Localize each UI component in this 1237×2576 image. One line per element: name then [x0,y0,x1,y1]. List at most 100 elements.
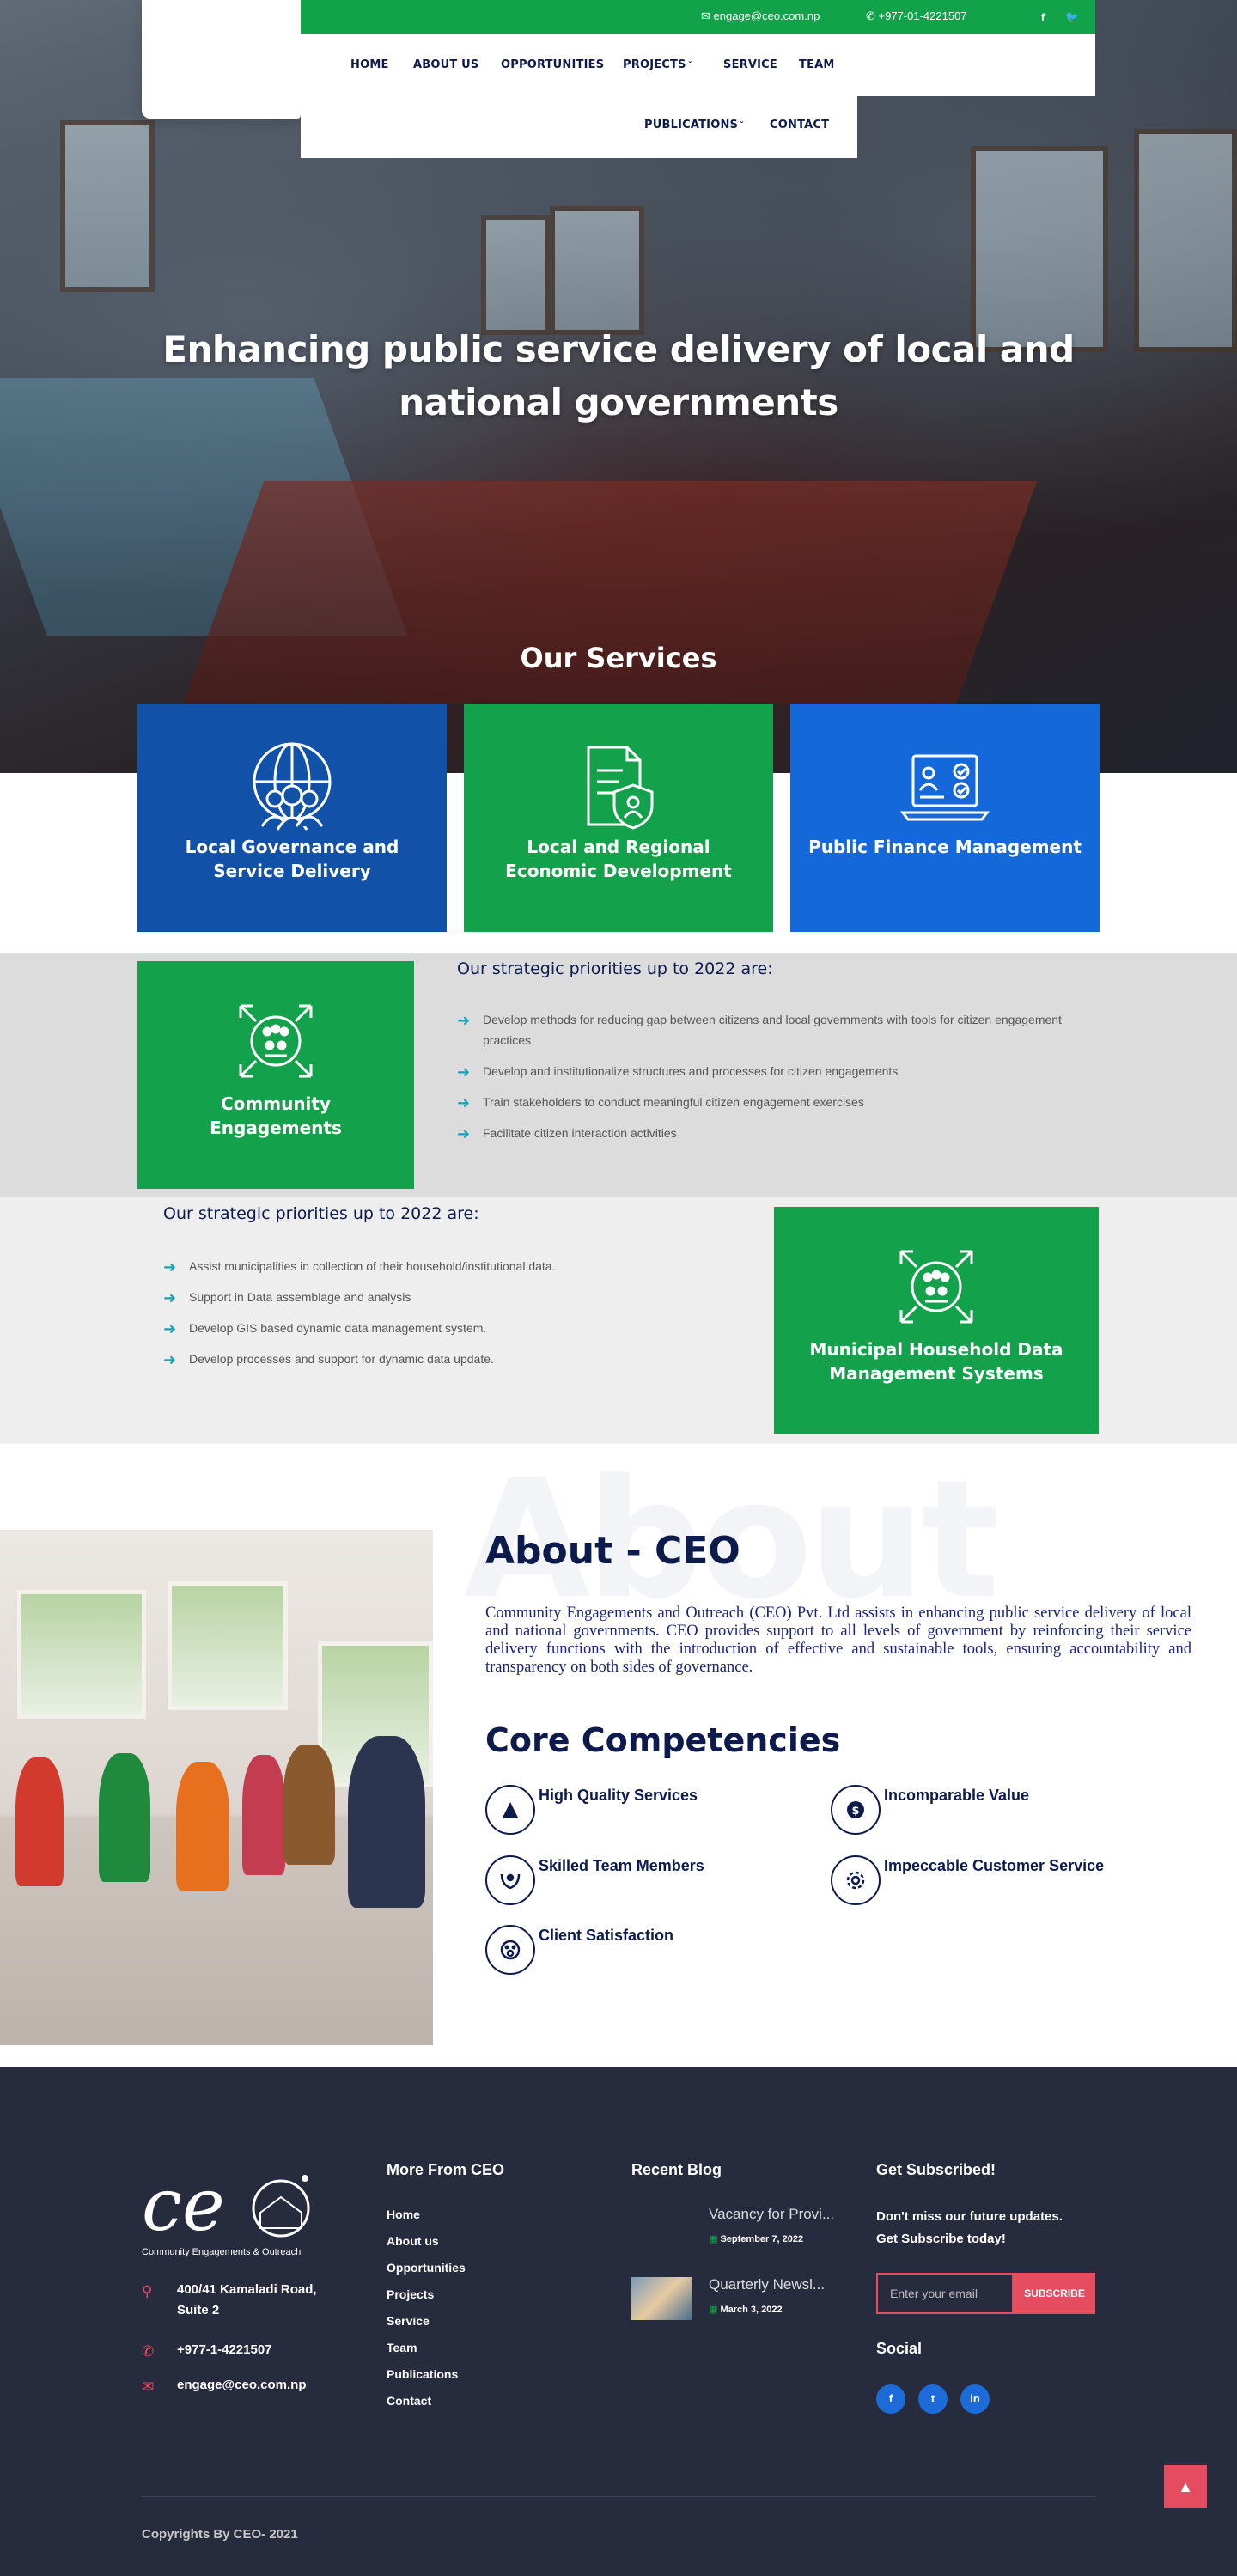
people-network-icon [774,1239,1099,1334]
nav-opportunities[interactable]: OPPORTUNITIES [501,58,604,71]
service-card-community-engagements[interactable]: Community Engagements [137,961,414,1189]
photo-person [283,1745,335,1865]
document-shield-icon [464,740,773,835]
main-nav-row2: PUBLICATIONS ˇ CONTACT [301,96,857,158]
competency-label: Impeccable Customer Service [884,1857,1105,1874]
about-title: About - CEO [485,1529,740,1573]
nav-home[interactable]: HOME [350,58,389,71]
nav-publications[interactable]: PUBLICATIONS ˇ [644,119,744,131]
top-bar: ✉ engage@ceo.com.np ✆ +977-01-4221507 f … [301,0,1095,34]
about-text: Community Engagements and Outreach (CEO)… [485,1605,1191,1676]
list-item-text: Facilitate citizen interaction activitie… [483,1126,677,1140]
blog-post-title[interactable]: Vacancy for Provi... [709,2206,834,2223]
subscribe-button[interactable]: SUBSCRIBE [1014,2273,1095,2314]
arrow-right-icon: ➜ [163,1351,177,1368]
twitter-icon[interactable]: 🐦 [1065,10,1079,24]
competency-label: Incomparable Value [884,1787,1030,1804]
hands-icon [485,1855,535,1905]
svg-text:ce: ce [142,2170,225,2247]
hero-photo-window [1134,129,1237,352]
service-card-household-data[interactable]: Municipal Household Data Management Syst… [774,1207,1099,1434]
footer-subscribe-text: Get Subscribe today! [876,2232,1006,2246]
community-priorities-list: ➜ Develop methods for reducing gap betwee… [457,1009,1084,1154]
facebook-icon[interactable]: f [1041,11,1045,24]
twitter-icon[interactable]: t [918,2384,948,2414]
photo-person [15,1757,64,1886]
footer-link-service[interactable]: Service [387,2314,430,2328]
location-icon: ⚲ [142,2283,153,2299]
gear-icon [831,1855,881,1905]
list-item: ➜ Develop GIS based dynamic data manageme… [163,1318,679,1338]
facebook-icon[interactable]: f [876,2384,905,2414]
scroll-to-top-button[interactable]: ▲ [1164,2465,1207,2508]
service-card-label: Municipal Household Data Management Syst… [809,1339,1063,1384]
service-card-local-governance[interactable]: Local Governance and Service Delivery [137,704,447,932]
list-item-text: Train stakeholders to conduct meaningful… [483,1095,864,1109]
smile-icon [485,1925,535,1975]
phone-icon: ✆ [142,2343,155,2360]
photo-person [176,1762,229,1891]
photo-person [99,1753,150,1882]
photo-person [242,1755,285,1875]
blog-post-date-text: September 7, 2022 [720,2234,804,2244]
list-item: ➜ Develop and institutionalize structures… [457,1061,1084,1081]
nav-team[interactable]: TEAM [799,58,835,71]
footer-address: 400/41 Kamaladi Road, Suite 2 [177,2280,317,2321]
footer-link-contact[interactable]: Contact [387,2394,431,2408]
footer-address-line2: Suite 2 [177,2303,220,2317]
service-card-public-finance[interactable]: Public Finance Management [790,704,1100,932]
blog-post-thumbnail[interactable] [631,2277,692,2320]
linkedin-icon[interactable]: in [960,2384,990,2414]
quality-icon [485,1785,535,1835]
calendar-icon: ▦ [709,2234,718,2244]
service-card-economic-development[interactable]: Local and Regional Economic Development [464,704,773,932]
topbar-phone[interactable]: ✆ +977-01-4221507 [866,9,967,23]
nav-service[interactable]: SERVICE [723,58,777,71]
footer-link-projects[interactable]: Projects [387,2287,434,2301]
hero-title-line1: Enhancing public service delivery of loc… [162,328,1075,370]
footer-social-title: Social [876,2340,923,2357]
footer-address-line1: 400/41 Kamaladi Road, [177,2282,317,2297]
hero-title: Enhancing public service delivery of loc… [0,323,1237,429]
footer-email[interactable]: engage@ceo.com.np [177,2375,307,2396]
blog-post-title[interactable]: Quarterly Newsl... [709,2276,825,2293]
blog-post-date-text: March 3, 2022 [720,2305,783,2315]
photo-person [348,1736,425,1908]
footer-link-home[interactable]: Home [387,2208,420,2221]
site-logo[interactable] [142,0,301,119]
list-item-text: Develop processes and support for dynami… [189,1352,494,1366]
household-priorities-list: ➜ Assist municipalities in collection of … [163,1256,679,1379]
list-item-text: Develop GIS based dynamic data managemen… [189,1321,487,1335]
arrow-right-icon: ➜ [457,1012,471,1029]
chevron-up-icon: ▲ [1178,2478,1193,2495]
nav-about-us[interactable]: ABOUT US [413,58,479,71]
nav-projects-label: PROJECTS [623,58,686,71]
list-item: ➜ Facilitate citizen interaction activiti… [457,1123,1084,1143]
hero-photo-window [971,146,1108,352]
subscribe-email-input[interactable]: Enter your email [876,2273,1014,2314]
list-item: ➜ Develop processes and support for dynam… [163,1349,679,1369]
nav-contact[interactable]: CONTACT [770,119,829,131]
globe-people-icon [137,740,447,835]
topbar-phone-text: +977-01-4221507 [878,9,967,22]
calendar-icon: ▦ [709,2305,718,2315]
arrow-right-icon: ➜ [457,1094,471,1111]
footer-link-team[interactable]: Team [387,2341,417,2354]
footer-link-opportunities[interactable]: Opportunities [387,2261,466,2275]
site-footer: ce Community Engagements & Outreach ⚲ 40… [0,2067,1237,2576]
footer-copyright: Copyrights By CEO- 2021 [142,2527,298,2542]
nav-projects[interactable]: PROJECTS ˇ [623,58,692,71]
service-card-label: Public Finance Management [808,837,1082,857]
footer-logo[interactable]: ce [142,2170,314,2247]
mail-icon: ✉ [142,2378,155,2395]
footer-link-publications[interactable]: Publications [387,2367,458,2381]
topbar-email[interactable]: ✉ engage@ceo.com.np [701,9,820,23]
footer-more-title: More From CEO [387,2161,505,2178]
footer-subscribe-text: Don't miss our future updates. [876,2209,1063,2224]
footer-link-about[interactable]: About us [387,2234,439,2248]
competency-label: High Quality Services [539,1787,698,1804]
svg-text:$: $ [851,1805,859,1818]
footer-phone[interactable]: +977-1-4221507 [177,2340,272,2360]
hero-photo-window [550,206,644,335]
footer-subscribe-title: Get Subscribed! [876,2161,996,2178]
